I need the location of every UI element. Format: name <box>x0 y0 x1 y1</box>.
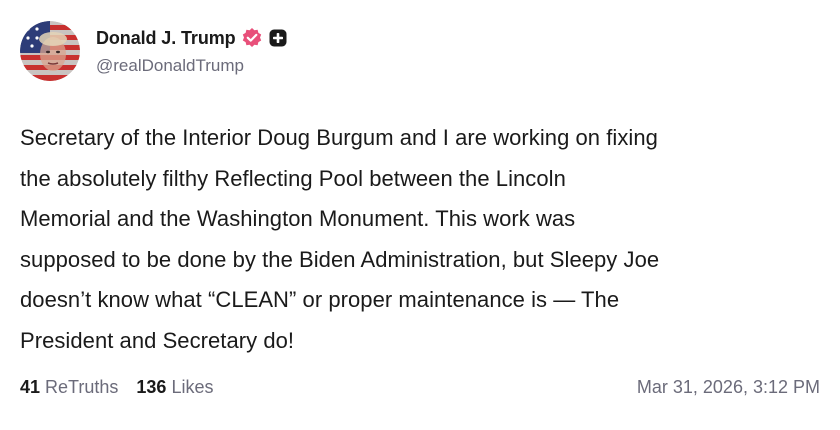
post-footer: 41 ReTruths 136 Likes Mar 31, 2026, 3:12… <box>20 374 820 400</box>
author-block: Donald J. Trump @realDonaldTrump <box>96 26 287 76</box>
retruths-label: ReTruths <box>45 376 119 397</box>
post-line: supposed to be done by the Biden Adminis… <box>20 246 660 272</box>
avatar[interactable] <box>20 21 80 81</box>
verified-badge-icon <box>242 28 261 47</box>
truth-post: Donald J. Trump @realDonaldTrump Secreta… <box>0 0 840 430</box>
post-timestamp[interactable]: Mar 31, 2026, 3:12 PM <box>637 377 820 398</box>
user-handle[interactable]: @realDonaldTrump <box>96 56 287 76</box>
post-line: the absolutely filthy Reflecting Pool be… <box>20 165 566 191</box>
post-line: Memorial and the Washington Monument. Th… <box>20 206 576 231</box>
retruths-count: 41 <box>20 376 41 397</box>
display-name[interactable]: Donald J. Trump <box>96 28 236 49</box>
likes-count: 136 <box>136 376 167 397</box>
name-row: Donald J. Trump <box>96 26 287 50</box>
likes-stat[interactable]: 136 Likes <box>136 377 213 398</box>
post-header: Donald J. Trump @realDonaldTrump <box>20 20 287 82</box>
post-line: Secretary of the Interior Doug Burgum an… <box>20 125 658 150</box>
post-body: Secretary of the Interior Doug Burgum an… <box>20 118 820 361</box>
plus-badge-icon <box>269 29 287 47</box>
retruths-stat[interactable]: 41 ReTruths <box>20 377 118 398</box>
post-line: President and Secretary do! <box>20 327 295 353</box>
post-line: doesn’t know what “CLEAN” or proper main… <box>20 287 620 312</box>
likes-label: Likes <box>171 376 214 397</box>
